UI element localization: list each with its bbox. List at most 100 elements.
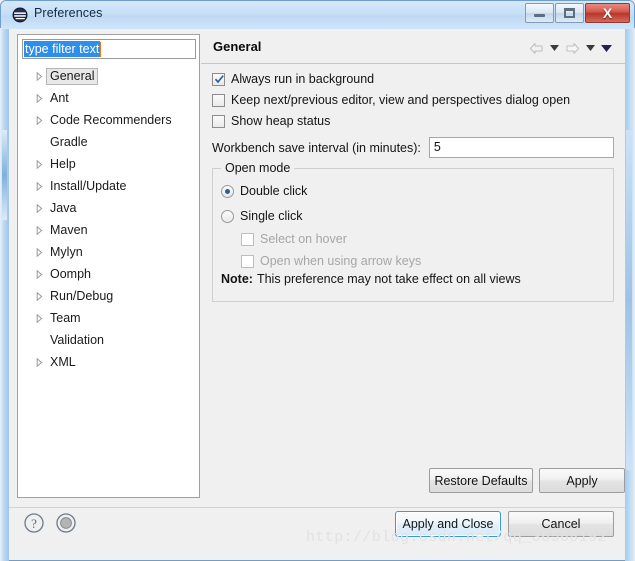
workbench-save-interval-input[interactable]: 5	[428, 137, 614, 158]
sidebar-item-xml[interactable]: XML	[18, 351, 199, 373]
sidebar-item-install-update[interactable]: Install/Update	[18, 175, 199, 197]
restore-button[interactable]	[555, 3, 584, 23]
watermark-text: http://blog.csdn.net/qq_36568192	[306, 529, 607, 546]
tree-expand-arrow-icon[interactable]	[32, 225, 46, 235]
back-arrow-icon[interactable]	[527, 40, 545, 56]
sidebar-item-ant[interactable]: Ant	[18, 87, 199, 109]
dialog-body: type filter text General Ant Code Recommen…	[9, 29, 625, 560]
title-bar[interactable]: Preferences X	[1, 1, 634, 29]
sidebar-item-label: Code Recommenders	[50, 112, 172, 127]
text-cursor-icon	[100, 42, 101, 57]
tree-expand-arrow-icon[interactable]	[32, 291, 46, 301]
sidebar-item-code-recommenders[interactable]: Code Recommenders	[18, 109, 199, 131]
radio-label: Single click	[240, 209, 303, 223]
forward-arrow-icon[interactable]	[563, 40, 581, 56]
radio-double-click[interactable]: Double click	[221, 184, 307, 198]
window-title: Preferences	[34, 6, 103, 20]
footer-divider	[9, 507, 625, 508]
sidebar-item-maven[interactable]: Maven	[18, 219, 199, 241]
checkbox-box-icon	[212, 114, 225, 128]
tree-expand-arrow-icon[interactable]	[32, 357, 46, 367]
preference-tree-panel: type filter text General Ant Code Recommen…	[17, 34, 200, 498]
tree-expand-arrow-icon[interactable]	[32, 269, 46, 279]
radio-button-icon	[221, 184, 234, 198]
view-menu-icon[interactable]	[599, 40, 613, 56]
tree-expand-arrow-icon[interactable]	[32, 247, 46, 257]
close-icon: X	[602, 5, 613, 21]
open-mode-group: Open mode Double click Single click Sele…	[212, 161, 614, 302]
restore-defaults-button[interactable]: Restore Defaults	[429, 468, 533, 493]
sidebar-item-label: Oomph	[50, 266, 91, 281]
preferences-dialog-window: Preferences X type filter text General An…	[0, 0, 635, 561]
sidebar-item-label: XML	[50, 354, 76, 369]
panel-header: General	[201, 34, 625, 64]
tree-expand-arrow-icon[interactable]	[32, 93, 46, 103]
checkbox-keep-dialog-open[interactable]: Keep next/previous editor, view and pers…	[212, 93, 570, 107]
filter-input-wrapper[interactable]: type filter text	[22, 39, 196, 59]
search-input[interactable]: type filter text	[24, 41, 101, 57]
sidebar-item-help[interactable]: Help	[18, 153, 199, 175]
tree-expand-arrow-icon[interactable]	[32, 115, 46, 125]
checkbox-label: Keep next/previous editor, view and pers…	[231, 93, 571, 107]
sidebar-item-label: Ant	[50, 90, 69, 105]
sidebar-item-label: Validation	[50, 332, 104, 347]
checkbox-show-heap-status[interactable]: Show heap status	[212, 114, 330, 128]
note-text: This preference may not take effect on a…	[256, 272, 521, 286]
tree-expand-arrow-icon[interactable]	[32, 203, 46, 213]
sidebar-item-java[interactable]: Java	[18, 197, 199, 219]
eclipse-logo-icon	[12, 7, 28, 23]
radio-single-click[interactable]: Single click	[221, 209, 303, 223]
sidebar-item-label: Team	[50, 310, 81, 325]
preference-tree[interactable]: General Ant Code Recommenders Gradle Help Ins…	[18, 65, 199, 373]
window-controls: X	[524, 3, 630, 24]
tree-expand-arrow-icon[interactable]	[32, 313, 46, 323]
checkbox-open-with-arrow-keys: Open when using arrow keys	[241, 254, 421, 268]
back-dropdown-icon[interactable]	[547, 40, 561, 56]
restore-icon	[564, 8, 575, 18]
sidebar-item-team[interactable]: Team	[18, 307, 199, 329]
window-right-accent-strip	[626, 130, 632, 470]
panel-content: Always run in background Keep next/previ…	[201, 65, 625, 498]
sidebar-item-oomph[interactable]: Oomph	[18, 263, 199, 285]
workbench-save-interval-row: Workbench save interval (in minutes): 5	[212, 137, 614, 158]
window-left-edge	[0, 28, 9, 561]
page-title: General	[213, 39, 262, 54]
radio-selected-dot-icon	[225, 188, 230, 194]
sidebar-item-mylyn[interactable]: Mylyn	[18, 241, 199, 263]
radio-label: Double click	[240, 184, 308, 198]
svg-text:?: ?	[31, 516, 37, 531]
checkbox-select-on-hover: Select on hover	[241, 232, 347, 246]
forward-dropdown-icon[interactable]	[583, 40, 597, 56]
help-question-icon[interactable]: ?	[23, 512, 45, 534]
checkbox-label: Always run in background	[231, 72, 375, 86]
checkbox-label: Show heap status	[231, 114, 331, 128]
checkbox-label: Open when using arrow keys	[260, 254, 422, 268]
checkbox-always-run-in-background[interactable]: Always run in background	[212, 72, 374, 86]
apply-button[interactable]: Apply	[539, 468, 625, 493]
sidebar-item-label: Install/Update	[50, 178, 127, 193]
tree-expand-arrow-icon[interactable]	[32, 159, 46, 169]
sidebar-item-validation[interactable]: Validation	[18, 329, 199, 351]
sidebar-item-label: Java	[50, 200, 77, 215]
open-mode-note: Note: This preference may not take effec…	[221, 272, 521, 286]
sidebar-item-run-debug[interactable]: Run/Debug	[18, 285, 199, 307]
sidebar-item-label: Help	[50, 156, 76, 171]
sidebar-item-label: Gradle	[50, 134, 88, 149]
checkbox-label: Select on hover	[260, 232, 347, 246]
sidebar-item-label: Maven	[50, 222, 88, 237]
minimize-icon	[534, 14, 545, 17]
tree-expand-arrow-icon[interactable]	[32, 181, 46, 191]
panel-navigation	[527, 40, 613, 56]
minimize-button[interactable]	[525, 3, 554, 23]
checkbox-box-icon	[241, 232, 254, 246]
checkbox-box-icon	[212, 93, 225, 107]
grayed-circle-icon[interactable]	[55, 512, 77, 534]
window-left-accent-strip	[2, 130, 7, 220]
close-button[interactable]: X	[585, 3, 630, 23]
general-preferences-panel: General Always run in background Keep ne…	[201, 34, 625, 498]
tree-expand-arrow-icon[interactable]	[32, 71, 46, 81]
sidebar-item-label: Run/Debug	[50, 288, 114, 303]
sidebar-item-gradle[interactable]: Gradle	[18, 131, 199, 153]
note-prefix: Note:	[221, 272, 253, 286]
sidebar-item-general[interactable]: General	[18, 65, 199, 87]
